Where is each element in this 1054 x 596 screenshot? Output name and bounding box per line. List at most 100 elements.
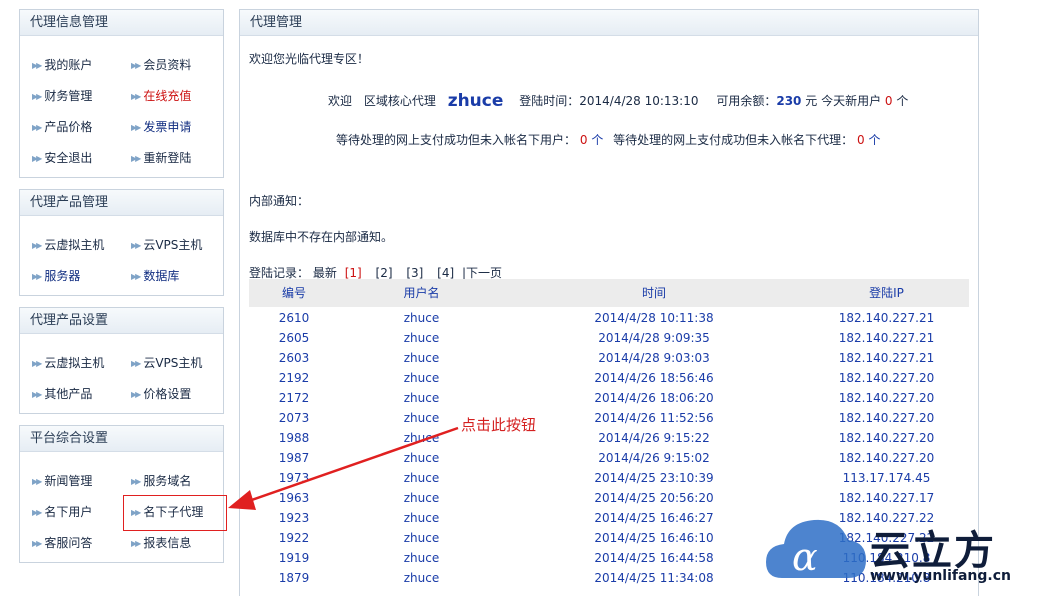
cell-time: 2014/4/25 23:10:39	[594, 471, 714, 485]
username: zhuce	[447, 91, 504, 111]
sidebar-item-my-account[interactable]: ▶▶ 我的账户	[32, 56, 92, 73]
table-row: 2605 zhuce 2014/4/28 9:09:35 182.140.227.21	[249, 328, 969, 348]
sidebar-item-reports[interactable]: ▶▶ 报表信息	[131, 534, 191, 551]
cloud-alpha-logo-icon: α	[766, 519, 866, 579]
pager-page-4[interactable]: [4]	[437, 266, 454, 280]
pager-latest[interactable]: 最新	[313, 266, 337, 280]
sidebar-item-server[interactable]: ▶▶ 服务器	[32, 267, 80, 284]
sidebar-item-support-qa[interactable]: ▶▶ 客服问答	[32, 534, 92, 551]
count-unit: 个	[591, 133, 604, 147]
highlight-box	[123, 495, 227, 531]
login-time-label: 登陆时间：	[519, 94, 580, 108]
table-row: 2192 zhuce 2014/4/26 18:56:46 182.140.227.2…	[249, 368, 969, 388]
col-header-id: 编号	[281, 286, 306, 300]
main-panel-title: 代理管理	[240, 10, 978, 36]
sidebar-item-other-products[interactable]: ▶▶ 其他产品	[32, 385, 92, 402]
double-arrow-icon: ▶▶	[32, 272, 42, 281]
cell-id: 2172	[278, 391, 310, 405]
double-arrow-icon: ▶▶	[32, 539, 42, 548]
double-arrow-icon: ▶▶	[131, 92, 141, 101]
watermark: α 云立方 www.yunlifang.cn	[762, 508, 1054, 596]
cell-id: 2610	[278, 311, 310, 325]
count-unit: 个	[896, 94, 909, 108]
double-arrow-icon: ▶▶	[131, 123, 141, 132]
cell-username: zhuce	[403, 311, 440, 325]
sidebar-item-cloud-vps[interactable]: ▶▶ 云VPS主机	[131, 236, 202, 253]
notice-label: 内部通知：	[249, 194, 310, 208]
cell-time: 2014/4/25 11:34:08	[594, 571, 714, 585]
cell-ip: 113.17.174.45	[842, 471, 931, 485]
cell-time: 2014/4/26 18:56:46	[594, 371, 714, 385]
cell-time: 2014/4/25 16:46:27	[594, 511, 714, 525]
cell-id: 2603	[278, 351, 310, 365]
new-users-label: 今天新用户	[821, 94, 882, 108]
sidebar-item-database[interactable]: ▶▶ 数据库	[131, 267, 179, 284]
sidebar-item-news[interactable]: ▶▶ 新闻管理	[32, 472, 92, 489]
cell-time: 2014/4/28 9:09:35	[598, 331, 710, 345]
sidebar-item-logout[interactable]: ▶▶ 安全退出	[32, 149, 92, 166]
cell-ip: 182.140.227.21	[838, 331, 935, 345]
sidebar-item-price-settings[interactable]: ▶▶ 价格设置	[131, 385, 191, 402]
sidebar-item-cloud-vps-settings[interactable]: ▶▶ 云VPS主机	[131, 354, 202, 371]
pending-summary: 等待处理的网上支付成功但未入帐名下用户： 0 个 等待处理的网上支付成功但未入帐…	[336, 131, 880, 148]
count-unit: 个	[868, 133, 881, 147]
cell-time: 2014/4/26 9:15:22	[598, 431, 710, 445]
cell-time: 2014/4/26 11:52:56	[594, 411, 714, 425]
cell-username: zhuce	[403, 531, 440, 545]
sidebar-item-service-domain[interactable]: ▶▶ 服务域名	[131, 472, 191, 489]
double-arrow-icon: ▶▶	[32, 241, 42, 250]
sidebar-item-cloud-hosting[interactable]: ▶▶ 云虚拟主机	[32, 236, 104, 253]
cell-ip: 182.140.227.20	[838, 371, 935, 385]
sidebar-item-finance[interactable]: ▶▶ 财务管理	[32, 87, 92, 104]
sidebar-item-relogin[interactable]: ▶▶ 重新登陆	[131, 149, 191, 166]
greeting: 欢迎	[328, 94, 353, 108]
sidebar-item-member-profile[interactable]: ▶▶ 会员资料	[131, 56, 191, 73]
double-arrow-icon: ▶▶	[131, 154, 141, 163]
double-arrow-icon: ▶▶	[131, 477, 141, 486]
col-header-username: 用户名	[403, 286, 440, 300]
cell-username: zhuce	[403, 331, 440, 345]
panel-title: 代理信息管理	[20, 10, 223, 36]
cell-username: zhuce	[403, 571, 440, 585]
double-arrow-icon: ▶▶	[32, 390, 42, 399]
watermark-url: www.yunlifang.cn	[870, 568, 1011, 584]
pager-page-1[interactable]: [1]	[345, 266, 362, 280]
double-arrow-icon: ▶▶	[32, 92, 42, 101]
sidebar-item-product-price[interactable]: ▶▶ 产品价格	[32, 118, 92, 135]
sidebar-item-cloud-hosting-settings[interactable]: ▶▶ 云虚拟主机	[32, 354, 104, 371]
double-arrow-icon: ▶▶	[32, 359, 42, 368]
pending-users-count: 0	[579, 133, 588, 147]
cell-ip: 182.140.227.20	[838, 451, 935, 465]
pager-next[interactable]: |下一页	[462, 266, 502, 280]
account-summary: 欢迎 区域核心代理 zhuce 登陆时间：2014/4/28 10:13:10 …	[328, 91, 908, 111]
cell-username: zhuce	[403, 371, 440, 385]
login-table-header: 编号 用户名 时间 登陆IP	[249, 279, 969, 307]
cell-ip: 182.140.227.20	[838, 411, 935, 425]
pending-users-label: 等待处理的网上支付成功但未入帐名下用户：	[336, 133, 577, 147]
double-arrow-icon: ▶▶	[131, 272, 141, 281]
sidebar-item-invoice[interactable]: ▶▶ 发票申请	[131, 118, 191, 135]
agent-level: 区域核心代理	[363, 94, 436, 108]
col-header-time: 时间	[641, 286, 666, 300]
cell-time: 2014/4/25 20:56:20	[594, 491, 714, 505]
notice-empty: 数据库中不存在内部通知。	[249, 230, 394, 244]
pager-page-2[interactable]: [2]	[376, 266, 393, 280]
sidebar-item-sub-users[interactable]: ▶▶ 名下用户	[32, 503, 92, 520]
cell-time: 2014/4/28 9:03:03	[598, 351, 710, 365]
cell-ip: 182.140.227.20	[838, 391, 935, 405]
col-header-ip: 登陆IP	[869, 286, 904, 300]
panel-title: 代理产品管理	[20, 190, 223, 216]
cell-id: 2192	[278, 371, 310, 385]
sidebar-item-online-recharge[interactable]: ▶▶ 在线充值	[131, 87, 191, 104]
sidebar-panel-platform: 平台综合设置 ▶▶ 新闻管理 ▶▶ 服务域名 ▶▶ 名下用户 ▶▶ 名下子代理 ▶▶ 客服…	[19, 425, 224, 563]
balance-value: 230	[776, 94, 802, 108]
sidebar-panel-agent-products: 代理产品管理 ▶▶ 云虚拟主机 ▶▶ 云VPS主机 ▶▶ 服务器 ▶▶ 数据库	[19, 189, 224, 296]
cell-ip: 182.140.227.21	[838, 351, 935, 365]
cell-ip: 182.140.227.21	[838, 311, 935, 325]
cell-ip: 182.140.227.20	[838, 431, 935, 445]
pager-page-3[interactable]: [3]	[406, 266, 423, 280]
balance-unit: 元	[805, 94, 818, 108]
balance-label: 可用余额：	[716, 94, 777, 108]
cell-id: 1922	[278, 531, 310, 545]
panel-title: 平台综合设置	[20, 426, 223, 452]
